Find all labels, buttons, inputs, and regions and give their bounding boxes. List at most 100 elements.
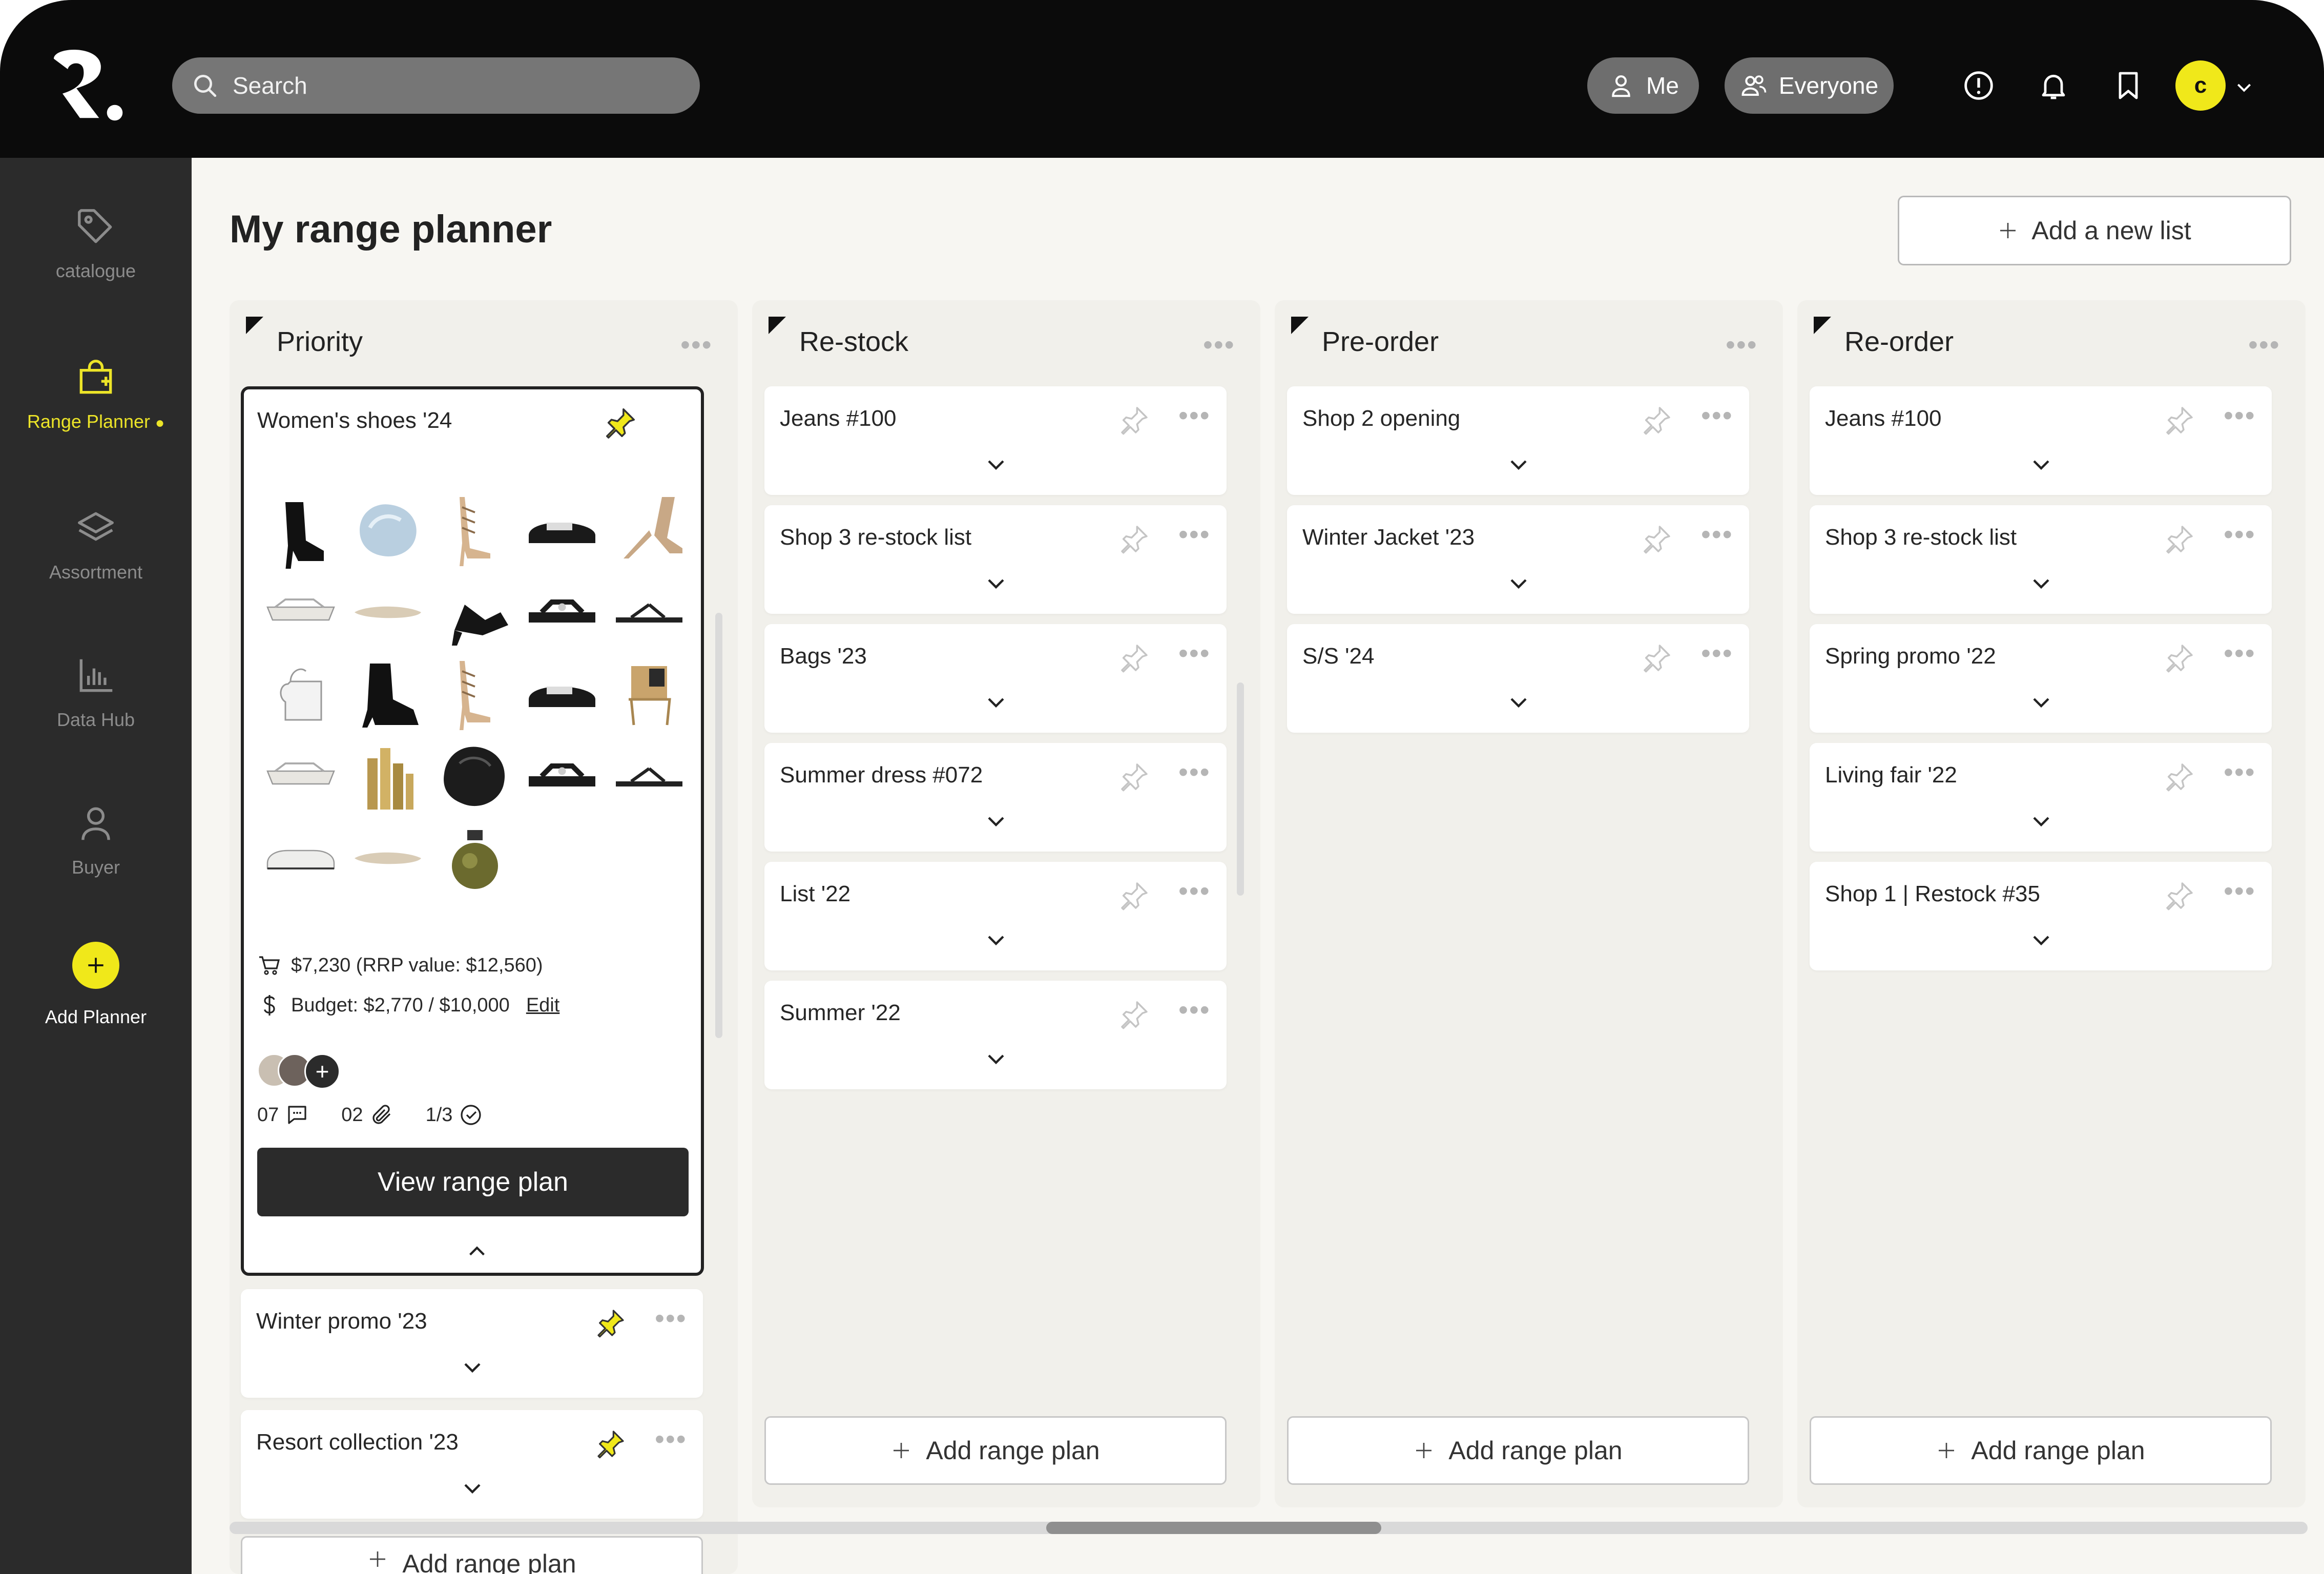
more-icon[interactable]: ••• <box>1178 877 1211 905</box>
everyone-filter-button[interactable]: Everyone <box>1725 57 1894 114</box>
pin-icon[interactable] <box>1118 404 1151 437</box>
range-plan-card[interactable]: Resort collection '23 ••• <box>241 1410 703 1519</box>
product-white-slingback-image[interactable] <box>262 738 339 815</box>
pin-icon[interactable] <box>1118 998 1151 1031</box>
chevron-down-icon[interactable] <box>2029 571 2053 595</box>
more-icon[interactable]: ••• <box>2224 521 2256 548</box>
more-icon[interactable]: ••• <box>2224 758 2256 786</box>
more-icon[interactable]: ••• <box>1203 331 1235 359</box>
product-flat-sandal-image[interactable] <box>611 738 688 815</box>
product-ankle-boot-image[interactable] <box>262 492 339 569</box>
product-ballet-flat-image[interactable] <box>349 820 426 897</box>
alert-icon[interactable] <box>1962 69 1995 102</box>
search-bar[interactable]: Search <box>172 57 700 114</box>
pin-icon[interactable] <box>1641 641 1673 674</box>
product-flat-sandal-image[interactable] <box>611 574 688 651</box>
search-input[interactable]: Search <box>233 72 307 99</box>
pin-icon[interactable] <box>1118 879 1151 912</box>
chevron-down-icon[interactable] <box>984 1046 1008 1071</box>
pin-icon[interactable] <box>594 1307 627 1339</box>
comment-icon[interactable] <box>285 1103 309 1127</box>
range-plan-card[interactable]: Winter Jacket '23 ••• <box>1287 505 1749 614</box>
range-plan-card[interactable]: Shop 1 | Restock #35 ••• <box>1810 862 2272 970</box>
product-white-slingback-image[interactable] <box>262 574 339 651</box>
chevron-down-icon[interactable] <box>1506 571 1531 595</box>
pin-icon[interactable] <box>1118 760 1151 793</box>
chevron-down-icon[interactable] <box>984 571 1008 595</box>
range-plan-card[interactable]: Jeans #100 ••• <box>1810 386 2272 495</box>
add-range-plan-button[interactable]: Add range plan <box>1810 1416 2272 1485</box>
add-planner-button[interactable]: Add Planner <box>0 942 192 1028</box>
product-black-bowl-image[interactable] <box>437 738 513 815</box>
chevron-down-icon[interactable] <box>984 927 1008 952</box>
range-plan-card[interactable]: List '22 ••• <box>764 862 1227 970</box>
product-strappy-heel-image[interactable] <box>437 656 513 733</box>
range-plan-card[interactable]: Summer '22 ••• <box>764 981 1227 1089</box>
edit-budget-link[interactable]: Edit <box>526 995 559 1017</box>
more-icon[interactable]: ••• <box>2248 331 2280 359</box>
range-plan-card[interactable]: Spring promo '22 ••• <box>1810 624 2272 733</box>
pin-icon[interactable] <box>2163 404 2196 437</box>
chevron-down-icon[interactable] <box>460 1355 485 1379</box>
scrollbar[interactable] <box>1237 682 1244 896</box>
product-black-sandal-image[interactable] <box>524 574 600 651</box>
horizontal-scrollbar[interactable] <box>230 1522 2308 1534</box>
chevron-up-icon[interactable] <box>465 1240 489 1264</box>
add-collaborator-button[interactable]: + <box>304 1053 340 1089</box>
chevron-down-icon[interactable] <box>984 452 1008 477</box>
add-range-plan-button[interactable]: Add range plan <box>241 1536 703 1574</box>
add-range-plan-button[interactable]: Add range plan <box>1287 1416 1749 1485</box>
chevron-down-icon[interactable] <box>460 1476 485 1500</box>
more-icon[interactable]: ••• <box>655 1304 687 1332</box>
more-icon[interactable]: ••• <box>1178 639 1211 667</box>
range-plan-card[interactable]: S/S '24 ••• <box>1287 624 1749 733</box>
product-ceramic-vase-image[interactable] <box>262 656 339 733</box>
product-wooden-chair-image[interactable] <box>611 656 688 733</box>
range-plan-card[interactable]: Shop 3 re-stock list ••• <box>1810 505 2272 614</box>
chevron-down-icon[interactable] <box>1506 452 1531 477</box>
pin-icon[interactable] <box>1641 404 1673 437</box>
more-icon[interactable]: ••• <box>1178 996 1211 1024</box>
sidebar-item-catalogue[interactable]: catalogue <box>0 205 192 282</box>
more-icon[interactable]: ••• <box>1178 402 1211 429</box>
pin-icon[interactable] <box>1118 641 1151 674</box>
product-olive-jar-image[interactable] <box>437 820 513 897</box>
me-filter-button[interactable]: Me <box>1587 57 1699 114</box>
product-stiletto-sandal-image[interactable] <box>611 492 688 569</box>
pin-icon[interactable] <box>603 405 638 441</box>
product-chelsea-boot-image[interactable] <box>349 656 426 733</box>
chevron-down-icon[interactable] <box>2029 809 2053 833</box>
scrollbar[interactable] <box>715 613 722 1038</box>
pin-icon[interactable] <box>2163 760 2196 793</box>
range-plan-card[interactable]: Shop 2 opening ••• <box>1287 386 1749 495</box>
product-glass-dish-image[interactable] <box>349 492 426 569</box>
sidebar-item-buyer[interactable]: Buyer <box>0 801 192 878</box>
collaborators[interactable]: + <box>257 1050 349 1091</box>
range-plan-card[interactable]: Bags '23 ••• <box>764 624 1227 733</box>
chevron-down-icon[interactable] <box>2029 690 2053 714</box>
range-plan-card[interactable]: Winter promo '23 ••• <box>241 1289 703 1398</box>
more-icon[interactable]: ••• <box>1701 521 1733 548</box>
more-icon[interactable]: ••• <box>2224 877 2256 905</box>
add-new-list-button[interactable]: Add a new list <box>1898 196 2291 265</box>
pin-icon[interactable] <box>2163 523 2196 555</box>
range-plan-card[interactable]: Jeans #100 ••• <box>764 386 1227 495</box>
product-ballet-flat-image[interactable] <box>349 574 426 651</box>
chevron-down-icon[interactable] <box>984 690 1008 714</box>
pin-icon[interactable] <box>2163 641 2196 674</box>
product-black-sandal-image[interactable] <box>524 738 600 815</box>
more-icon[interactable]: ••• <box>680 331 713 359</box>
bookmark-icon[interactable] <box>2112 69 2145 102</box>
product-slide-sandal-image[interactable] <box>524 492 600 569</box>
chevron-down-icon[interactable] <box>1506 690 1531 714</box>
pin-icon[interactable] <box>594 1427 627 1460</box>
chevron-down-icon[interactable] <box>2029 927 2053 952</box>
product-gold-candles-image[interactable] <box>349 738 426 815</box>
sidebar-item-data-hub[interactable]: Data Hub <box>0 654 192 731</box>
sidebar-item-range-planner[interactable]: Range Planner ● <box>0 356 192 432</box>
range-plan-card-expanded[interactable]: Women's shoes '24 $7,230 (RRP value: $12… <box>241 386 704 1276</box>
pin-icon[interactable] <box>2163 879 2196 912</box>
more-icon[interactable]: ••• <box>1178 521 1211 548</box>
product-slide-sandal-image[interactable] <box>524 656 600 733</box>
more-icon[interactable]: ••• <box>1178 758 1211 786</box>
